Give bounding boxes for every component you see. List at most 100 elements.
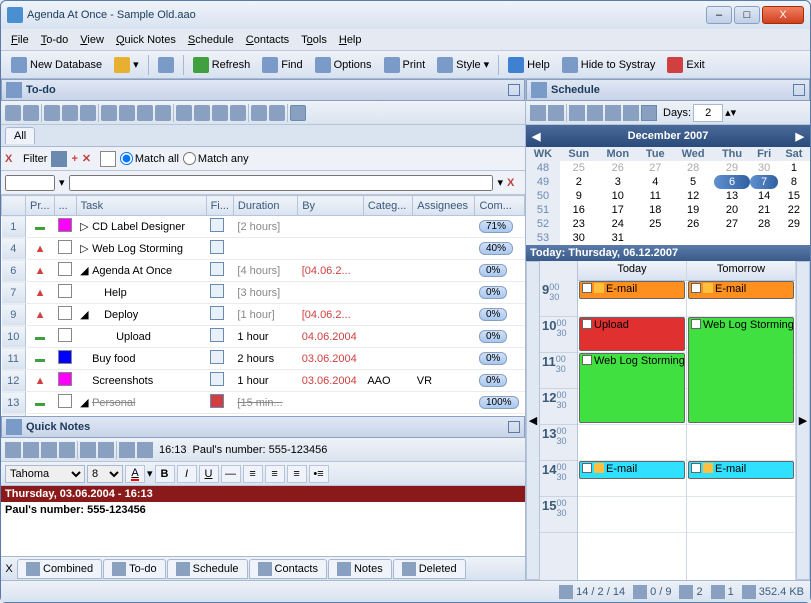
tool-icon[interactable] — [251, 105, 267, 121]
tool-icon[interactable] — [44, 105, 60, 121]
strike-button[interactable]: — — [221, 465, 241, 483]
remove-filter-icon[interactable]: ✕ — [82, 152, 96, 165]
todo-grid[interactable]: Pr... ... Task Fi... Duration By Categ..… — [1, 195, 525, 416]
calendar-day[interactable]: 16 — [560, 203, 598, 217]
menu-schedule[interactable]: Schedule — [182, 32, 240, 48]
checkbox[interactable] — [210, 394, 224, 408]
calendar-day[interactable]: 14 — [750, 189, 777, 203]
tab-all[interactable]: All — [5, 127, 35, 144]
calendar-day[interactable]: 12 — [673, 189, 714, 203]
calendar-day[interactable]: 22 — [778, 203, 810, 217]
calendar-day[interactable]: 20 — [714, 203, 751, 217]
sched-tool-icon[interactable] — [587, 105, 603, 121]
calendar-day[interactable]: 26 — [673, 217, 714, 231]
maximize-button[interactable]: □ — [734, 6, 760, 24]
col-category[interactable]: Categ... — [363, 196, 412, 216]
calendar-day[interactable]: 8 — [778, 175, 810, 189]
calendar-day[interactable]: 13 — [714, 189, 751, 203]
qn-tool-icon[interactable] — [137, 442, 153, 458]
col-priority[interactable]: Pr... — [26, 196, 55, 216]
table-row[interactable]: 7▲Help[3 hours]0% — [2, 282, 525, 304]
table-row[interactable]: 13◢Personal[15 min...100% — [2, 392, 525, 414]
menu-tools[interactable]: Tools — [295, 32, 333, 48]
table-row[interactable]: 9▲◢Deploy[1 hour][04.06.2...0% — [2, 304, 525, 326]
bottom-tab[interactable]: Combined — [17, 559, 102, 579]
calendar-day[interactable]: 21 — [750, 203, 777, 217]
qn-tool-icon[interactable] — [41, 442, 57, 458]
calendar-day[interactable]: 28 — [673, 161, 714, 175]
calendar-day[interactable]: 24 — [598, 217, 638, 231]
calendar-event[interactable]: Web Log Storming — [688, 317, 794, 423]
checkbox[interactable] — [210, 218, 224, 232]
panel-box-icon[interactable] — [508, 421, 520, 433]
tool-icon[interactable] — [62, 105, 78, 121]
calendar-day[interactable]: 4 — [638, 175, 673, 189]
align-right-button[interactable]: ≡ — [287, 465, 307, 483]
filter-field-2[interactable] — [69, 175, 494, 191]
align-left-button[interactable]: ≡ — [243, 465, 263, 483]
tool-icon[interactable] — [176, 105, 192, 121]
font-color-button[interactable]: A — [125, 465, 145, 483]
menu-view[interactable]: View — [74, 32, 110, 48]
checkbox[interactable] — [210, 284, 224, 298]
menu-quicknotes[interactable]: Quick Notes — [110, 32, 182, 48]
calendar-day[interactable]: 1 — [778, 161, 810, 175]
calendar-day[interactable]: 19 — [673, 203, 714, 217]
scroll-left-button[interactable]: ◀ — [526, 261, 540, 580]
panel-box-icon[interactable] — [508, 84, 520, 96]
col-assignees[interactable]: Assignees — [413, 196, 475, 216]
titlebar[interactable]: Agenda At Once - Sample Old.aao – □ X — [1, 1, 810, 29]
bottom-tab[interactable]: Deleted — [393, 559, 466, 579]
next-month-button[interactable]: ▶ — [796, 130, 804, 143]
calendar-day[interactable]: 27 — [714, 217, 751, 231]
calendar-day[interactable]: 28 — [750, 217, 777, 231]
col-task[interactable]: Task — [76, 196, 206, 216]
table-row[interactable]: 11Buy food2 hours03.06.20040% — [2, 348, 525, 370]
bottom-tab[interactable]: Schedule — [167, 559, 248, 579]
sched-tool-icon[interactable] — [530, 105, 546, 121]
close-tab-icon[interactable]: X — [1, 563, 17, 575]
days-spinner[interactable]: ▴▾ — [725, 106, 736, 119]
tool-icon[interactable] — [194, 105, 210, 121]
bullets-button[interactable]: •≡ — [309, 465, 329, 483]
calendar-day[interactable] — [714, 231, 751, 245]
calendar-day[interactable]: 23 — [560, 217, 598, 231]
sched-tool-icon[interactable] — [605, 105, 621, 121]
add-filter-icon[interactable]: + — [71, 153, 77, 165]
size-select[interactable]: 8 — [87, 465, 123, 483]
days-input[interactable] — [693, 104, 723, 122]
calendar-event[interactable]: E-mail — [688, 281, 794, 299]
qn-tool-icon[interactable] — [59, 442, 75, 458]
new-database-button[interactable]: New Database — [5, 54, 108, 76]
tool-icon[interactable] — [269, 105, 285, 121]
checkbox[interactable] — [210, 262, 224, 276]
day-column[interactable]: TomorrowE-mailWeb Log StormingE-mail — [687, 261, 796, 580]
calendar-day[interactable]: 11 — [638, 189, 673, 203]
calendar-day[interactable] — [778, 231, 810, 245]
underline-button[interactable]: U — [199, 465, 219, 483]
calendar-day[interactable]: 25 — [638, 217, 673, 231]
scroll-right-button[interactable]: ▶ — [796, 261, 810, 580]
calendar-event[interactable]: Web Log Storming — [579, 353, 685, 423]
tool-icon[interactable] — [5, 105, 21, 121]
calendar-day[interactable]: 2 — [560, 175, 598, 189]
col-finished[interactable]: Fi... — [206, 196, 233, 216]
bottom-tab[interactable]: Notes — [328, 559, 392, 579]
checkbox[interactable] — [210, 350, 224, 364]
calendar-grid[interactable]: WKSunMonTueWedThuFriSat48252627282930149… — [526, 147, 810, 245]
table-row[interactable]: 10Upload1 hour04.06.20040% — [2, 326, 525, 348]
filter-field-1[interactable] — [5, 175, 55, 191]
calendar-day[interactable]: 5 — [673, 175, 714, 189]
filter-funnel-icon[interactable] — [290, 105, 306, 121]
minimize-button[interactable]: – — [706, 6, 732, 24]
calendar-event[interactable]: E-mail — [579, 461, 685, 479]
save-filter-icon[interactable] — [51, 151, 67, 167]
table-row[interactable]: 1▷CD Label Designer[2 hours]71% — [2, 216, 525, 238]
style-button[interactable]: Style ▾ — [431, 54, 495, 76]
exit-button[interactable]: Exit — [661, 54, 710, 76]
font-select[interactable]: Tahoma — [5, 465, 85, 483]
day-column[interactable]: TodayE-mailUploadWeb Log StormingE-mail — [578, 261, 687, 580]
qn-tool-icon[interactable] — [23, 442, 39, 458]
hide-systray-button[interactable]: Hide to Systray — [556, 54, 662, 76]
calendar-day[interactable]: 29 — [778, 217, 810, 231]
